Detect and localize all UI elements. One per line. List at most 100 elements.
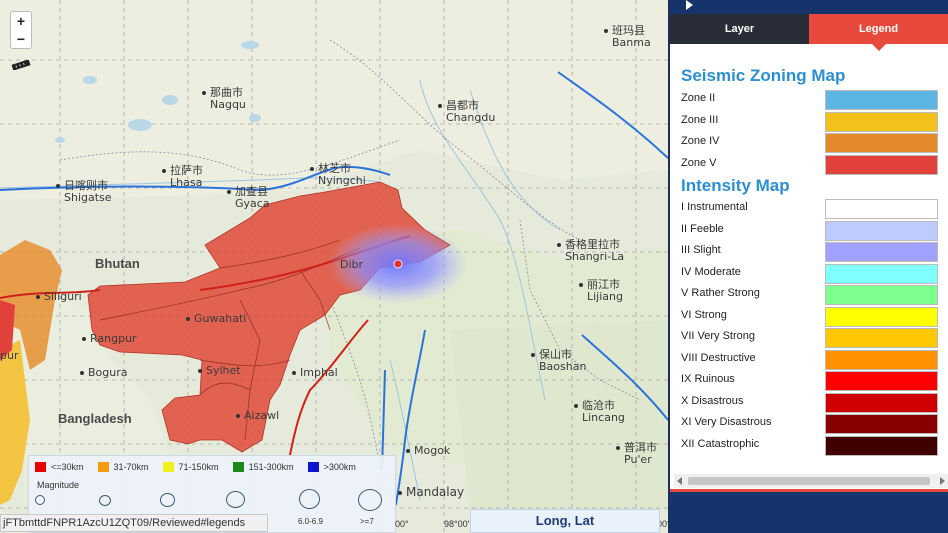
depth-item: 31-70km — [97, 462, 149, 472]
depth-swatch — [162, 462, 174, 472]
intensity-label: VIII Destructive — [681, 351, 756, 364]
intensity-swatch — [825, 349, 938, 370]
magnitude-circle — [35, 495, 45, 505]
panel-tabs: Layer Legend — [670, 14, 948, 51]
intensity-swatch — [825, 435, 938, 456]
depth-swatch — [307, 462, 319, 472]
intensity-label: II Feeble — [681, 222, 724, 235]
zoom-out-button[interactable]: − — [11, 30, 31, 48]
place-mogok: Mogok — [406, 445, 450, 457]
intensity-label: III Slight — [681, 244, 721, 256]
zone-swatch — [825, 133, 938, 153]
scroll-right-icon[interactable] — [940, 477, 945, 485]
panel-header-bar — [670, 0, 948, 14]
panel-footer-bar — [670, 489, 948, 533]
intensity-label: V Rather Strong — [681, 287, 760, 299]
place-nagqu: 那曲市 Nagqu — [202, 87, 246, 111]
coordinate-tick: 00° — [395, 519, 409, 529]
intensity-swatch — [825, 263, 938, 284]
place-lijiang: 丽江市 Lijiang — [579, 279, 623, 303]
coordinate-readout: Long, Lat — [470, 509, 660, 533]
collapse-arrow-icon[interactable] — [686, 0, 693, 10]
depth-swatch — [97, 462, 109, 472]
magnitude-circle — [160, 493, 175, 507]
intensity-label: VII Very Strong — [681, 330, 755, 342]
status-url: jFTbmttdFNPR1AzcU1ZQT09/Reviewed#legends — [0, 514, 268, 532]
place-banma: 班玛县 Banma — [604, 25, 651, 49]
place-dibrugarh: Dibr — [340, 258, 364, 271]
measure-ruler-icon[interactable] — [11, 60, 31, 70]
place-gyaca: 加查县 Gyaca — [227, 186, 270, 210]
intensity-swatch — [825, 414, 938, 434]
zone-swatch — [825, 90, 938, 110]
intensity-label: X Disastrous — [681, 394, 744, 407]
place-aizawl: Aizawl — [236, 410, 279, 422]
intensity-map-title: Intensity Map — [681, 176, 790, 195]
place-nyingchi: 林芝市 Nyingchi — [310, 163, 366, 187]
scroll-thumb[interactable] — [688, 477, 930, 485]
zoom-control: + − — [10, 11, 32, 49]
depth-item: <=30km — [35, 462, 84, 472]
magnitude-circle — [358, 489, 382, 511]
depth-swatch — [232, 462, 244, 472]
country-bhutan: Bhutan — [95, 256, 140, 271]
intensity-label: VI Strong — [681, 308, 727, 321]
magnitude-circle — [99, 495, 111, 506]
intensity-swatch — [825, 242, 938, 262]
magnitude-circle — [226, 491, 245, 508]
scroll-left-icon[interactable] — [677, 477, 682, 485]
zone-swatch — [825, 111, 938, 132]
magnitude-label: 6.0-6.9 — [298, 517, 323, 526]
intensity-swatch — [825, 371, 938, 391]
place-bogura: Bogura — [80, 367, 128, 379]
intensity-label: I Instrumental — [681, 201, 748, 213]
intensity-label: IX Ruinous — [681, 373, 735, 385]
intensity-swatch — [825, 285, 938, 305]
place-puer: 普洱市 Pu'er — [616, 442, 657, 466]
zone-label: Zone V — [681, 156, 717, 169]
place-changdu: 昌都市 Changdu — [438, 100, 495, 124]
depth-item: 151-300km — [232, 462, 294, 472]
place-rangpur: Rangpur — [82, 333, 137, 345]
app: 班玛县 Banma 那曲市 Nagqu 昌都市 Changdu 拉萨市 Lhasa 林芝… — [0, 0, 948, 533]
place-imphal: Imphal — [292, 367, 338, 379]
place-baoshan: 保山市 Baoshan — [531, 349, 586, 373]
place-sylhet: Sylhet — [198, 365, 241, 377]
zone-swatch — [825, 154, 938, 175]
intensity-label: IV Moderate — [681, 265, 741, 278]
intensity-swatch — [825, 199, 938, 219]
zone-label: Zone III — [681, 113, 719, 126]
magnitude-title: Magnitude — [37, 480, 80, 490]
horizontal-scrollbar[interactable] — [674, 474, 948, 488]
zoom-in-button[interactable]: + — [11, 12, 31, 30]
intensity-swatch — [825, 392, 938, 413]
intensity-label: XII Catastrophic — [681, 437, 760, 450]
epicenter-marker — [393, 259, 403, 269]
depth-swatch — [35, 462, 46, 472]
place-shigatse: 日喀则市 Shigatse — [56, 180, 112, 204]
place-guwahati: Guwahati — [186, 313, 246, 325]
tab-legend[interactable]: Legend — [809, 14, 948, 51]
zone-label: Zone II — [681, 92, 716, 104]
country-bangladesh: Bangladesh — [58, 411, 132, 426]
depth-item: 71-150km — [162, 462, 219, 472]
zone-label: Zone IV — [681, 135, 720, 147]
side-panel: Layer Legend Seismic Zoning Map Zone II Z… — [668, 0, 948, 533]
place-lhasa: 拉萨市 Lhasa — [162, 165, 203, 189]
place-lincang: 临沧市 Lincang — [574, 400, 625, 424]
place-siliguri: Siliguri — [36, 291, 82, 303]
intensity-swatch — [825, 328, 938, 348]
intensity-label: XI Very Disastrous — [681, 416, 772, 428]
tab-layer[interactable]: Layer — [670, 14, 809, 44]
place-mandalay: Mandalay — [398, 486, 464, 498]
magnitude-label: >=7 — [360, 517, 374, 526]
intensity-swatch — [825, 306, 938, 327]
map-view[interactable]: 班玛县 Banma 那曲市 Nagqu 昌都市 Changdu 拉萨市 Lhasa 林芝… — [0, 0, 668, 533]
intensity-swatch — [825, 220, 938, 241]
depth-item: >300km — [307, 462, 356, 472]
place-shangri-la: 香格里拉市 Shangri-La — [557, 239, 624, 263]
place-pur: pur — [0, 349, 19, 362]
magnitude-circle — [299, 489, 320, 509]
coordinate-tick: 98°00' — [444, 519, 470, 529]
depth-legend: <=30km 31-70km 71-150km 151-300km >300km — [35, 461, 370, 473]
